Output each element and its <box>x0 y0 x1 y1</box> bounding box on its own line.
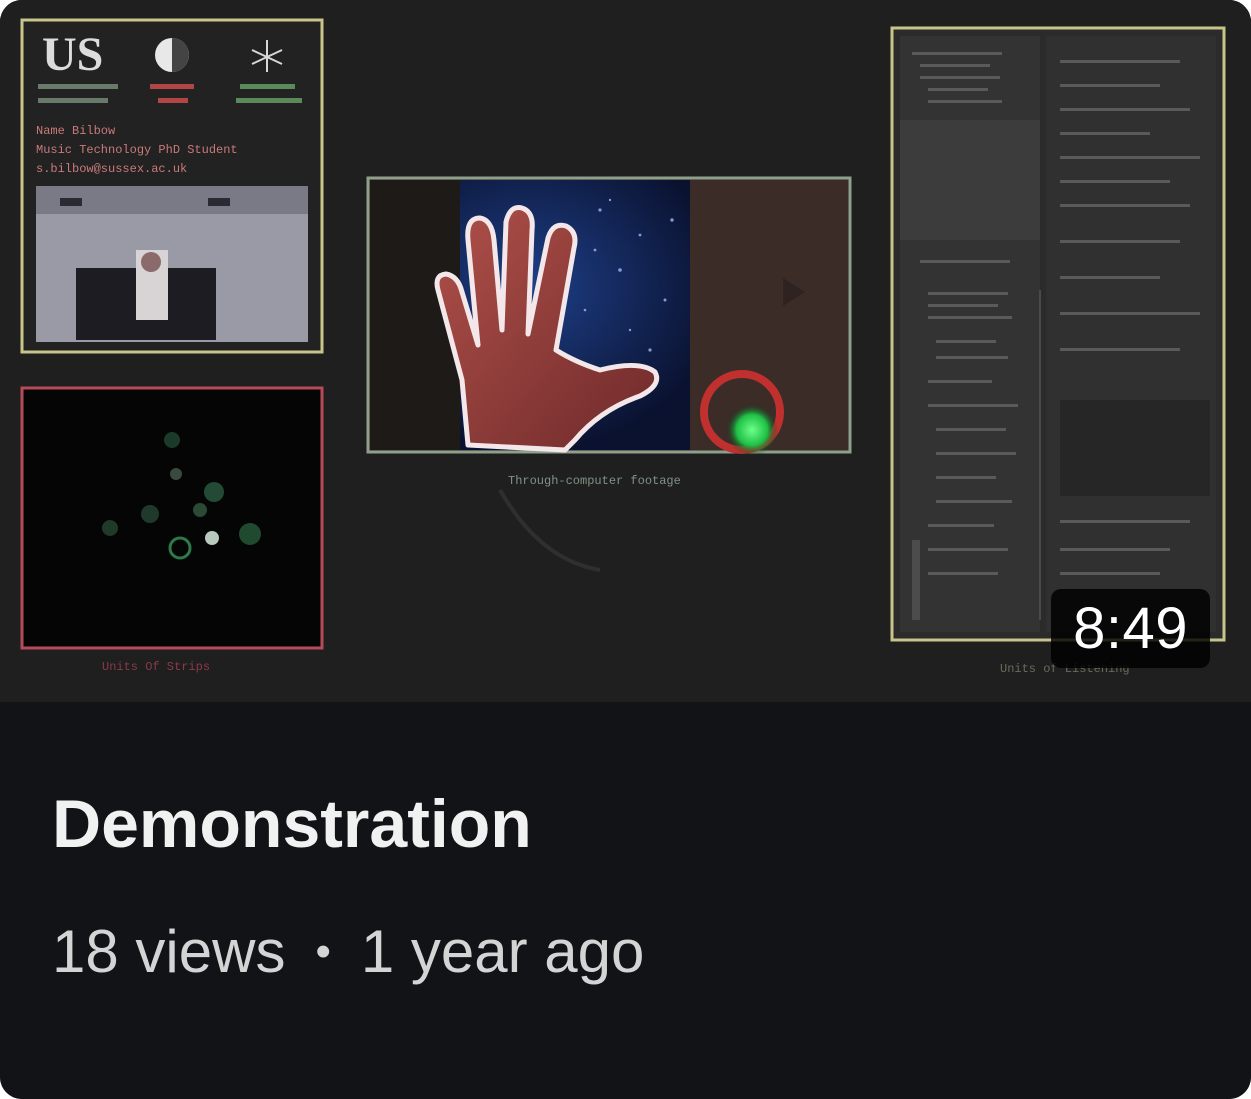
left-visualizer-panel: Units Of Strips <box>20 386 324 674</box>
presenter-info-panel: US Name Bilbow Music Technology PhD Stud… <box>20 18 324 354</box>
video-thumbnail[interactable]: US Name Bilbow Music Technology PhD Stud… <box>0 0 1251 702</box>
duration-badge: 8:49 <box>1051 589 1210 668</box>
video-stats: 18 views • 1 year ago <box>52 912 644 992</box>
svg-text:Units Of Strips: Units Of Strips <box>102 660 210 674</box>
video-card[interactable]: US Name Bilbow Music Technology PhD Stud… <box>0 0 1251 1099</box>
video-title[interactable]: Demonstration <box>52 780 532 868</box>
svg-text:Through-computer footage: Through-computer footage <box>508 474 681 488</box>
svg-text:Name Bilbow: Name Bilbow <box>36 124 116 138</box>
upload-age: 1 year ago <box>360 918 645 985</box>
view-count: 18 views <box>52 918 286 985</box>
separator-dot: • <box>315 927 331 976</box>
svg-text:s.bilbow@sussex.ac.uk: s.bilbow@sussex.ac.uk <box>36 162 187 176</box>
university-logo: US <box>42 28 103 81</box>
video-metadata <box>0 702 1251 1099</box>
svg-text:Music Technology PhD Student: Music Technology PhD Student <box>36 143 238 157</box>
software-screenshot-panel: Units of Listening <box>890 26 1226 676</box>
